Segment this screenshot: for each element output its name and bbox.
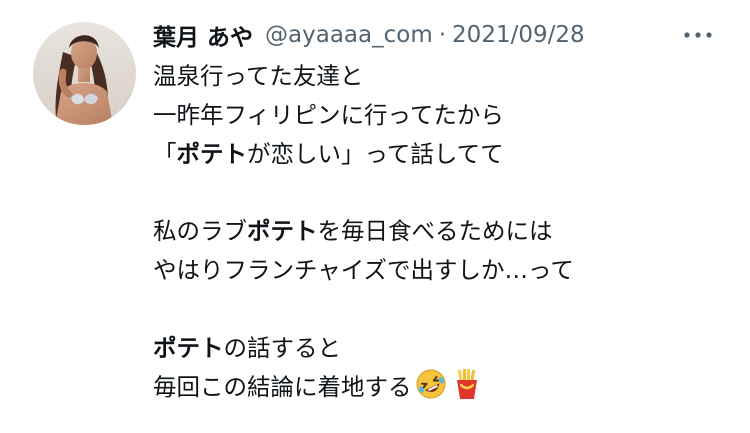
avatar[interactable]	[33, 22, 136, 125]
more-options-button[interactable]	[678, 22, 718, 48]
avatar-image	[33, 22, 136, 125]
tweet-header: 葉月 あや @ayaaaa_com · 2021/09/28	[153, 17, 585, 53]
user-handle[interactable]: @ayaaaa_com	[265, 22, 433, 48]
bold-text: ポテト	[247, 217, 318, 246]
more-options-icon	[683, 31, 713, 39]
text-segment: 温泉行ってた友達と	[153, 62, 364, 90]
tweet-line: 毎回この結論に着地する	[153, 367, 733, 406]
french-fries-emoji	[450, 367, 484, 401]
tweet-line: 温泉行ってた友達と	[153, 57, 733, 96]
text-segment: の話すると	[223, 333, 342, 362]
text-segment: を毎日食べるためには	[317, 217, 553, 246]
rolling-on-floor-laughing-emoji	[414, 367, 448, 401]
tweet-text: 温泉行ってた友達と 一昨年フィリピンに行ってたから 「ポテトが恋しい」って話してて私…	[153, 57, 733, 406]
tweet-line: やはりフランチャイズで出すしか…って	[153, 251, 733, 290]
bold-text: ポテト	[176, 139, 248, 168]
text-segment: が恋しい」って話してて	[247, 139, 504, 168]
display-name[interactable]: 葉月 あや	[153, 18, 253, 52]
tweet-date[interactable]: 2021/09/28	[452, 22, 585, 48]
text-segment: やはりフランチャイズで出すしか…って	[153, 255, 574, 284]
text-segment: 毎回この結論に着地する	[153, 373, 412, 402]
tweet[interactable]: 葉月 あや @ayaaaa_com · 2021/09/28 温泉行ってた友達と…	[0, 0, 750, 433]
separator-dot: ·	[438, 22, 447, 48]
text-segment: 「	[153, 139, 177, 168]
tweet-line: 「ポテトが恋しい」って話してて	[153, 135, 733, 174]
bold-text: ポテト	[153, 333, 224, 362]
text-segment: 私のラブ	[153, 217, 247, 246]
text-segment: 一昨年フィリピンに行ってたから	[153, 100, 504, 129]
tweet-line: ポテトの話すると	[153, 329, 733, 368]
tweet-line: 一昨年フィリピンに行ってたから	[153, 96, 733, 135]
tweet-line: 私のラブポテトを毎日食べるためには	[153, 212, 733, 251]
